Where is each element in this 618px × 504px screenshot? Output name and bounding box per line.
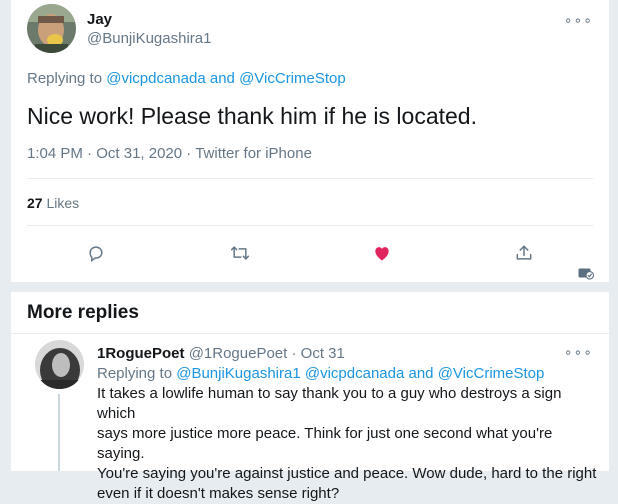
reply-tweet[interactable]: 1RoguePoet @1RoguePoet · Oct 31 Replying… (97, 344, 597, 504)
tweet-text: Nice work! Please thank him if he is loc… (27, 103, 477, 129)
meta-sep: · (87, 145, 93, 162)
more-icon[interactable]: ∘∘∘ (564, 12, 593, 29)
thread-line (58, 394, 60, 471)
reply-header: 1RoguePoet @1RoguePoet · Oct 31 (97, 344, 597, 364)
replying-to: Replying to @vicpdcanada and @VicCrimeSt… (27, 70, 346, 87)
reply-date[interactable]: Oct 31 (301, 345, 345, 362)
display-name[interactable]: 1RoguePoet (97, 345, 185, 362)
avatar[interactable] (27, 4, 76, 53)
mention-and: and (209, 70, 235, 87)
reply-text-line: says more justice more peace. Think for … (97, 425, 553, 462)
likes-count[interactable]: 27 Likes (27, 195, 79, 211)
like-icon[interactable] (367, 238, 397, 268)
reply-text-line: even if it doesn't makes sense right? (97, 485, 340, 502)
tweet-actions (11, 238, 609, 268)
retweet-icon[interactable] (225, 238, 255, 268)
more-replies-heading: More replies (27, 302, 139, 323)
reply-text-line: You're saying you're against justice and… (97, 465, 597, 482)
likes-number: 27 (27, 195, 43, 211)
section-separator (11, 282, 609, 292)
divider (27, 225, 593, 226)
handle[interactable]: @1RoguePoet (189, 345, 288, 362)
mention-link[interactable]: @VicCrimeStop (438, 365, 545, 382)
avatar[interactable] (35, 340, 84, 389)
timeline-column: Jay @BunjiKugashira1 ∘∘∘ Replying to @vi… (10, 0, 610, 502)
reply-text: It takes a lowlife human to say thank yo… (97, 384, 597, 504)
replying-prefix: Replying to (97, 365, 173, 382)
reply-text-line: It takes a lowlife human to say thank yo… (97, 385, 562, 422)
handle[interactable]: @BunjiKugashira1 (87, 29, 211, 49)
reply-icon[interactable] (81, 238, 111, 268)
likes-label: Likes (46, 195, 80, 211)
meta-sep: · (291, 345, 297, 362)
mention-link[interactable]: @vicpdcanada (305, 365, 404, 382)
tweet-meta: 1:04 PM · Oct 31, 2020 · Twitter for iPh… (27, 145, 312, 162)
mention-and: and (408, 365, 434, 382)
mention-link[interactable]: @BunjiKugashira1 (176, 365, 300, 382)
divider (27, 178, 593, 179)
tweet-time[interactable]: 1:04 PM (27, 145, 83, 162)
tweet-source[interactable]: Twitter for iPhone (195, 145, 312, 162)
replying-prefix: Replying to (27, 70, 103, 87)
display-name[interactable]: Jay (87, 10, 211, 29)
author-info: Jay @BunjiKugashira1 (87, 10, 211, 49)
tweet-date[interactable]: Oct 31, 2020 (96, 145, 182, 162)
mention-link[interactable]: @VicCrimeStop (239, 70, 346, 87)
meta-sep: · (186, 145, 192, 162)
replying-to: Replying to @BunjiKugashira1 @vicpdcanad… (97, 364, 597, 384)
share-icon[interactable] (509, 238, 539, 268)
divider (11, 333, 609, 334)
mention-link[interactable]: @vicpdcanada (106, 70, 205, 87)
